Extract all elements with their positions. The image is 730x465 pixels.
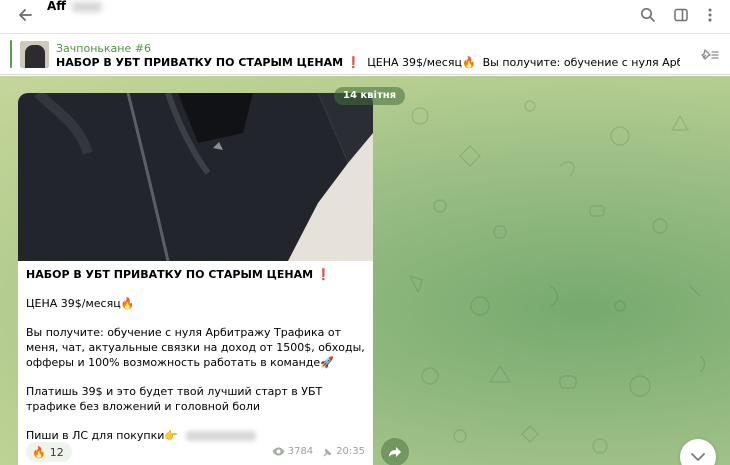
message-photo[interactable]: [18, 93, 373, 261]
pinned-title: НАБОР В УБТ ПРИВАТКУ ПО СТАРЫМ ЦЕНАМ: [56, 56, 344, 69]
chat-title[interactable]: Aff: [47, 0, 66, 13]
reaction-fire[interactable]: 🔥 12: [26, 442, 72, 462]
chat-area[interactable]: НАБОР В УБТ ПРИВАТКУ ПО СТАРЫМ ЦЕНАМ ❗ Ц…: [0, 76, 730, 465]
message-text: НАБОР В УБТ ПРИВАТКУ ПО СТАРЫМ ЦЕНАМ ❗ Ц…: [26, 267, 371, 443]
pinned-message-bar[interactable]: Зачпонькане #6 НАБОР В УБТ ПРИВАТКУ ПО С…: [0, 33, 730, 75]
forward-arrow-icon: [389, 447, 401, 457]
search-button[interactable]: [637, 4, 659, 26]
pin-icon: [323, 448, 332, 456]
message-title: НАБОР В УБТ ПРИВАТКУ ПО СТАРЫМ ЦЕНАМ: [26, 268, 314, 281]
message-contact: Пиши в ЛС для покупки: [26, 429, 165, 442]
photo-person-jacket: [18, 93, 373, 261]
message-meta: 3784 20:35: [272, 446, 365, 457]
message-bubble[interactable]: НАБОР В УБТ ПРИВАТКУ ПО СТАРЫМ ЦЕНАМ ❗ Ц…: [18, 93, 373, 465]
more-vertical-icon: [708, 8, 712, 22]
chat-header: Aff: [0, 0, 730, 33]
sidebar-toggle-icon: [674, 8, 688, 22]
contact-redacted: [186, 431, 257, 441]
back-button[interactable]: [12, 3, 38, 27]
sidebar-toggle-button[interactable]: [670, 4, 692, 26]
eye-icon: [272, 447, 285, 456]
view-count: 3784: [287, 446, 314, 457]
pinned-indicator: [10, 40, 12, 68]
message-benefits: Вы получите: обучение с нуля Арбитражу Т…: [26, 326, 365, 369]
pinned-author: Зачпонькане #6: [56, 42, 151, 55]
message-time: 20:35: [336, 446, 365, 457]
reaction-count: 12: [49, 445, 64, 459]
forward-button[interactable]: [381, 438, 409, 465]
pinned-list-icon: [701, 49, 719, 60]
pinned-preview: НАБОР В УБТ ПРИВАТКУ ПО СТАРЫМ ЦЕНАМ ❗ Ц…: [56, 56, 680, 70]
message-price: ЦЕНА 39$/месяц: [26, 297, 121, 310]
pinned-preview-text: Вы получите: обучение с нуля Арбитражу Т…: [482, 56, 680, 69]
chat-title-redacted: [72, 2, 102, 12]
date-separator: 14 квітня: [334, 87, 406, 105]
arrow-left-icon: [19, 9, 32, 21]
search-icon: [641, 8, 655, 22]
pinned-price: ЦЕНА 39$/месяц: [367, 56, 462, 69]
chevron-down-icon: [691, 453, 705, 461]
pinned-thumbnail: [20, 41, 49, 68]
pinned-list-button[interactable]: [696, 44, 722, 66]
message-pay: Платишь 39$ и это будет твой лучший стар…: [26, 385, 323, 413]
more-button[interactable]: [699, 4, 721, 26]
fire-emoji: 🔥: [32, 445, 46, 459]
